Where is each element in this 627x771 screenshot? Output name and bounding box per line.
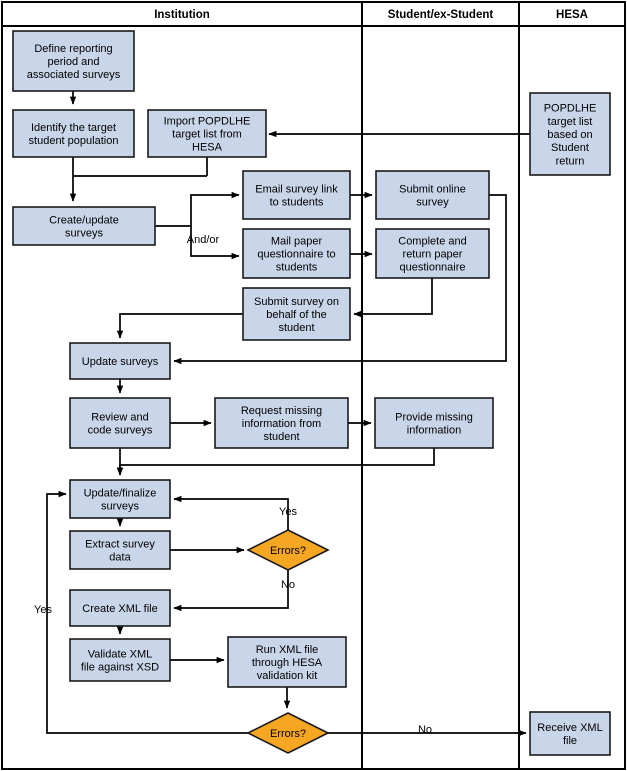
node-validate-xml-against-xsd[interactable]: Validate XML file against XSD [69,638,171,682]
node-label-line: Define reporting [34,43,112,55]
node-label-line: Mail paper [271,235,323,247]
node-label-line: behalf of the [266,309,327,321]
edge-label-yes-label-loop: Yes [34,604,52,616]
node-run-xml-through-validation-kit[interactable]: Run XML filethrough HESAvalidation kit [227,636,347,688]
node-errors-decision-1[interactable]: Errors? [246,529,330,571]
swimlane-flowchart: Institution Student/ex-Student HESA Define… [1,1,626,770]
node-label-line: file [563,735,577,747]
node-label-line: Import POPDLHE [164,115,251,127]
lane-title-institution: Institution [154,9,210,21]
edge-label-and-or-label: And/or [187,234,220,246]
node-label-line: survey [416,197,449,209]
node-label-line: Validate XML [88,648,153,660]
connector-errors-1-yes-to-update-finalize [173,495,289,530]
node-label-line: code surveys [88,425,153,437]
node-label-line: return paper [403,249,463,261]
node-label-line: target list from [172,129,242,141]
node-label-line: Provide missing [395,411,473,423]
node-label-line: Errors? [270,728,306,740]
node-label-line: HESA [192,142,223,154]
node-label-line: Submit survey on [254,296,339,308]
lane-title-hesa: HESA [556,9,588,21]
lane-titles: Institution Student/ex-Student HESA [154,9,588,21]
lane-dividers [361,2,520,769]
node-provide-missing-information[interactable]: Provide missing information [374,397,494,449]
node-label-line: Create/update [49,214,119,226]
node-label-line: surveys [65,228,103,240]
edge-label-no-label-errors-1: No [281,579,295,591]
node-mail-paper-questionnaire[interactable]: Mail paper questionnaire tostudents [242,228,351,279]
node-label-line: surveys [101,501,139,513]
node-update-finalize-surveys[interactable]: Update/finalize surveys [69,479,171,519]
node-update-surveys[interactable]: Update surveys [69,342,171,380]
node-review-and-code-surveys[interactable]: Review and code surveys [69,397,171,449]
connector-provide-to-update-finalize [116,448,435,476]
node-label-line: associated surveys [27,69,121,81]
node-submit-online-survey[interactable]: Submit online survey [375,170,490,220]
node-label-line: student [263,431,299,443]
node-label-line: Create XML file [82,603,157,615]
node-label-line: questionnaire [399,262,465,274]
node-identify-target-population[interactable]: Identify the targetstudent population [12,109,135,158]
node-label-line: information from [242,418,321,430]
node-submit-survey-on-behalf[interactable]: Submit survey onbehalf of thestudent [242,287,351,341]
node-label-line: Update/finalize [84,487,157,499]
node-complete-return-paper[interactable]: Complete and return paperquestionnaire [375,228,490,279]
node-label-line: Identify the target [31,122,116,134]
node-label-line: Request missing [241,405,322,417]
node-errors-decision-2[interactable]: Errors? [246,712,330,754]
node-label-line: Receive XML [537,722,602,734]
node-label-line: Run XML file [256,644,319,656]
node-popdlhe-target-list[interactable]: POPDLHEtarget listbased onStudentreturn [529,92,611,176]
node-label-line: Complete and [398,235,467,247]
node-label-line: Extract survey [85,538,155,550]
node-label-line: target list [548,116,593,128]
connector-complete-to-submit-behalf [353,278,433,318]
node-label-line: student [278,322,314,334]
connector-submit-behalf-to-update [116,313,243,339]
node-label-line: Update surveys [82,356,159,368]
process-nodes: Define reportingperiod andassociated sur… [12,30,611,756]
node-define-reporting-period[interactable]: Define reportingperiod andassociated sur… [12,30,135,92]
node-label-line: based on [547,129,592,141]
lane-title-student: Student/ex-Student [388,9,494,21]
node-label-line: data [109,552,131,564]
edge-label-yes-label-errors-1: Yes [279,506,297,518]
connector-errors-1-no-to-create-xml [173,570,289,612]
node-label-line: information [407,425,461,437]
node-label-line: validation kit [257,670,318,682]
node-create-update-surveys[interactable]: Create/update surveys [12,206,156,246]
node-label-line: period and [48,56,100,68]
node-label-line: Review and [91,411,148,423]
node-create-xml-file[interactable]: Create XML file [69,589,171,627]
node-extract-survey-data[interactable]: Extract survey data [69,530,171,570]
node-label-line: file against XSD [81,662,159,674]
node-label-line: student population [29,135,119,147]
node-label-line: Student [551,142,589,154]
node-request-missing-information[interactable]: Request missinginformation fromstudent [214,397,349,449]
connector-create-to-split [155,191,240,227]
node-label-line: to students [270,197,324,209]
node-label-line: Submit online [399,183,466,195]
flowchart-canvas: Institution Student/ex-Student HESA Define… [0,0,627,771]
node-label-line: students [276,262,318,274]
node-label-line: Email survey link [255,183,338,195]
edge-label-no-label-errors-2: No [418,724,432,736]
node-label-line: questionnaire to [257,249,335,261]
node-label-line: return [556,155,585,167]
node-label-line: Errors? [270,545,306,557]
node-import-popdlhe-target-list[interactable]: Import POPDLHE target list fromHESA [147,109,267,158]
node-email-survey-link[interactable]: Email survey link to students [242,170,351,220]
node-label-line: POPDLHE [544,103,597,115]
node-receive-xml-file[interactable]: Receive XMLfile [529,711,611,756]
node-label-line: through HESA [252,657,323,669]
